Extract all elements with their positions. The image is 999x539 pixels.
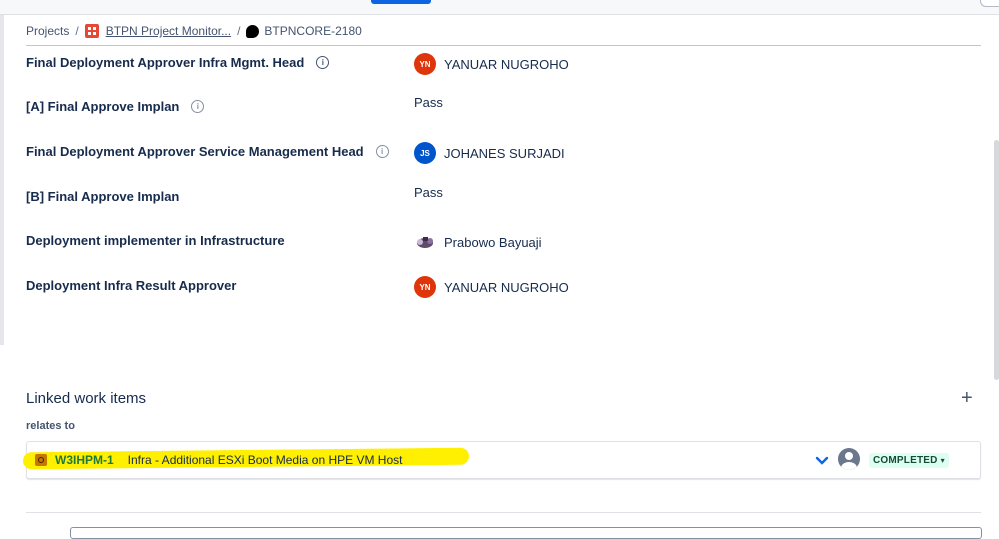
linked-item-main[interactable]: W3IHPM-1 Infra - Additional ESXi Boot Me… [35, 453, 402, 467]
linked-items-title: Linked work items [26, 390, 147, 407]
field-row: Deployment implementer in Infrastructure… [26, 231, 981, 253]
linked-item-key[interactable]: W3IHPM-1 [55, 453, 114, 467]
field-label: Deployment Infra Result Approver [26, 278, 236, 293]
work-item-type-icon [35, 454, 47, 466]
field-label: Deployment implementer in Infrastructure [26, 233, 285, 248]
field-row: [A] Final Approve Implan i Pass [26, 95, 981, 119]
scrollbar[interactable] [994, 140, 999, 380]
user-avatar-icon[interactable] [838, 448, 860, 470]
field-row: Final Deployment Approver Service Manage… [26, 142, 981, 164]
issue-type-icon [246, 24, 260, 38]
field-value[interactable]: Pass [414, 185, 443, 200]
field-value-text: Pass [414, 185, 443, 200]
field-value[interactable]: YN YANUAR NUGROHO [414, 53, 569, 75]
field-label-text: Final Deployment Approver Service Manage… [26, 144, 364, 159]
avatar: YN [414, 276, 436, 298]
caret-down-icon: ▾ [940, 456, 945, 465]
breadcrumb-separator: / [237, 24, 241, 38]
avatar: JS [414, 142, 436, 164]
comment-input[interactable] [70, 527, 982, 539]
status-badge[interactable]: COMPLETED ▾ [869, 453, 949, 468]
status-text: COMPLETED [873, 455, 938, 466]
avatar: YN [414, 53, 436, 75]
info-icon[interactable]: i [316, 56, 330, 69]
chevron-down-icon[interactable] [815, 453, 829, 471]
breadcrumb-separator: / [75, 24, 79, 38]
field-row: [B] Final Approve Implan Pass [26, 185, 981, 209]
field-value[interactable]: YN YANUAR NUGROHO [414, 276, 569, 298]
field-row: Deployment Infra Result Approver YN YANU… [26, 276, 981, 298]
breadcrumb-projects[interactable]: Projects [26, 24, 69, 38]
section-divider [26, 512, 981, 513]
user-name: JOHANES SURJADI [444, 145, 565, 161]
header-divider [26, 45, 981, 46]
field-label: [A] Final Approve Implan i [26, 99, 205, 114]
breadcrumb-project[interactable]: BTPN Project Monitor... [106, 24, 231, 38]
field-label: Final Deployment Approver Infra Mgmt. He… [26, 55, 330, 70]
breadcrumb: Projects / BTPN Project Monitor... / BTP… [26, 23, 362, 39]
field-label: [B] Final Approve Implan [26, 189, 179, 204]
plus-icon[interactable]: + [961, 388, 973, 408]
avatar [414, 231, 436, 253]
relation-label: relates to [26, 420, 75, 432]
field-value[interactable]: Prabowo Bayuaji [414, 231, 542, 253]
field-label-text: Deployment implementer in Infrastructure [26, 233, 285, 248]
field-value-text: Pass [414, 95, 443, 110]
field-label-text: Final Deployment Approver Infra Mgmt. He… [26, 55, 305, 70]
user-name: Prabowo Bayuaji [444, 234, 542, 250]
field-value[interactable]: Pass [414, 95, 443, 110]
info-icon[interactable]: i [191, 100, 205, 113]
breadcrumb-issue[interactable]: BTPNCORE-2180 [264, 24, 361, 38]
top-bar [0, 0, 999, 15]
linked-item-summary[interactable]: Infra - Additional ESXi Boot Media on HP… [128, 453, 403, 467]
left-edge-panel [0, 15, 4, 345]
field-label: Final Deployment Approver Service Manage… [26, 144, 389, 159]
top-primary-button[interactable] [371, 0, 431, 4]
project-icon [84, 24, 99, 38]
linked-item-row[interactable]: W3IHPM-1 Infra - Additional ESXi Boot Me… [22, 441, 981, 479]
field-label-text: [B] Final Approve Implan [26, 189, 180, 204]
field-label-text: Deployment Infra Result Approver [26, 278, 237, 293]
user-name: YANUAR NUGROHO [444, 56, 569, 72]
user-name: YANUAR NUGROHO [444, 279, 569, 295]
info-icon[interactable]: i [375, 145, 389, 158]
top-right-control[interactable] [980, 0, 999, 7]
field-value[interactable]: JS JOHANES SURJADI [414, 142, 565, 164]
field-row: Final Deployment Approver Infra Mgmt. He… [26, 53, 981, 75]
field-label-text: [A] Final Approve Implan [26, 99, 180, 114]
